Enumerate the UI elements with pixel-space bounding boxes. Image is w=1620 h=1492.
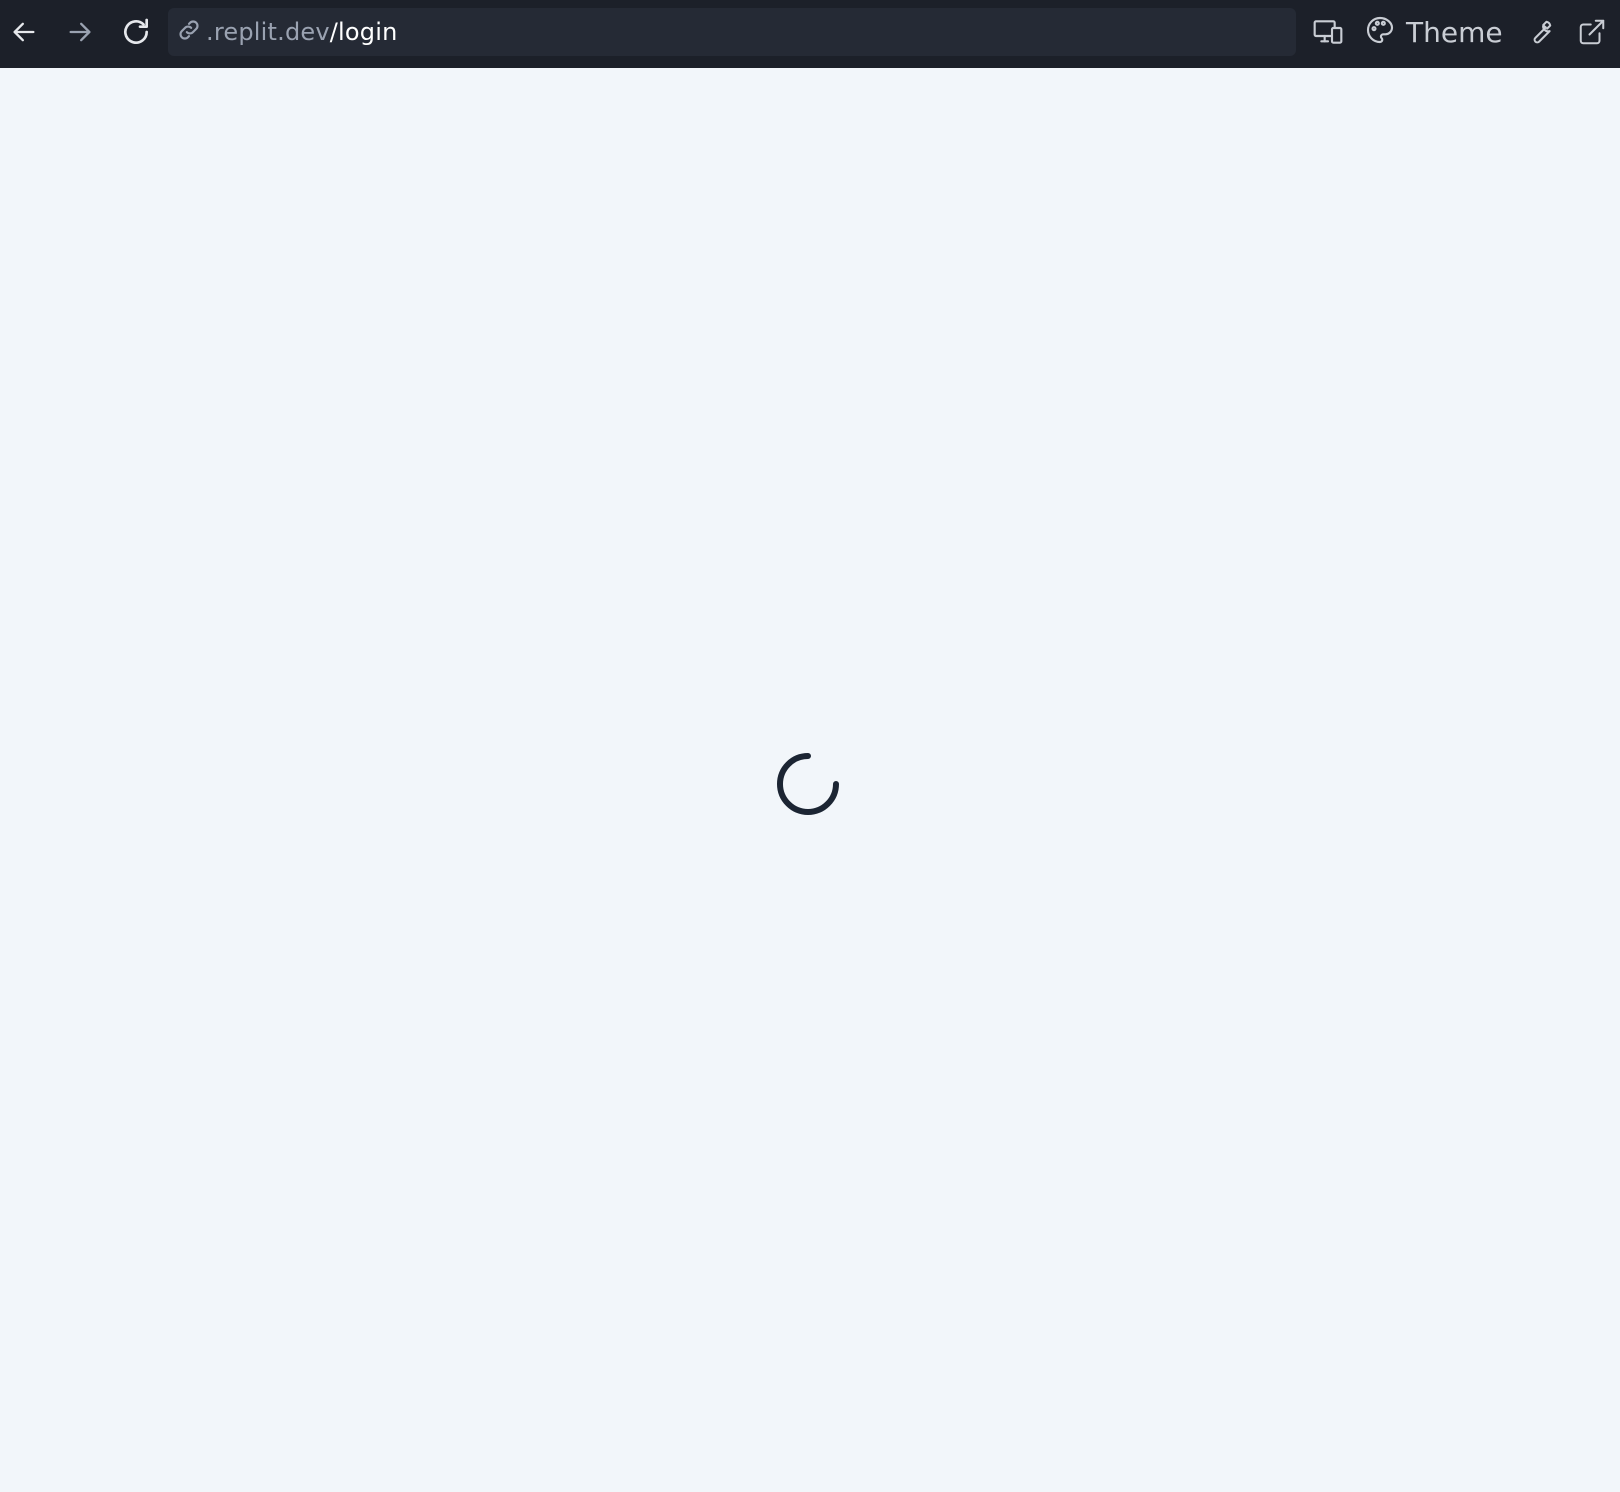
reload-button[interactable]: [114, 10, 158, 54]
address-bar-url: .replit.dev/login: [206, 18, 398, 46]
theme-label: Theme: [1406, 15, 1503, 49]
external-link-icon: [1577, 17, 1607, 47]
forward-button[interactable]: [58, 10, 102, 54]
browser-toolbar: .replit.dev/login Theme: [0, 0, 1620, 68]
link-icon: [176, 17, 202, 47]
wrench-icon: [1525, 17, 1555, 47]
address-bar[interactable]: .replit.dev/login: [168, 8, 1296, 56]
url-host: .replit.dev: [206, 18, 330, 46]
url-path: /login: [329, 18, 398, 46]
loading-spinner: [776, 752, 840, 816]
palette-icon: [1364, 14, 1396, 50]
theme-button[interactable]: Theme: [1364, 10, 1503, 54]
back-button[interactable]: [2, 10, 46, 54]
devices-icon: [1312, 16, 1344, 48]
responsive-view-button[interactable]: [1306, 10, 1350, 54]
open-in-new-tab-button[interactable]: [1570, 10, 1614, 54]
arrow-right-icon: [66, 18, 94, 46]
loading-spinner-icon: [776, 753, 840, 820]
arrow-left-icon: [10, 18, 38, 46]
reload-icon: [120, 16, 152, 48]
devtools-button[interactable]: [1518, 10, 1562, 54]
